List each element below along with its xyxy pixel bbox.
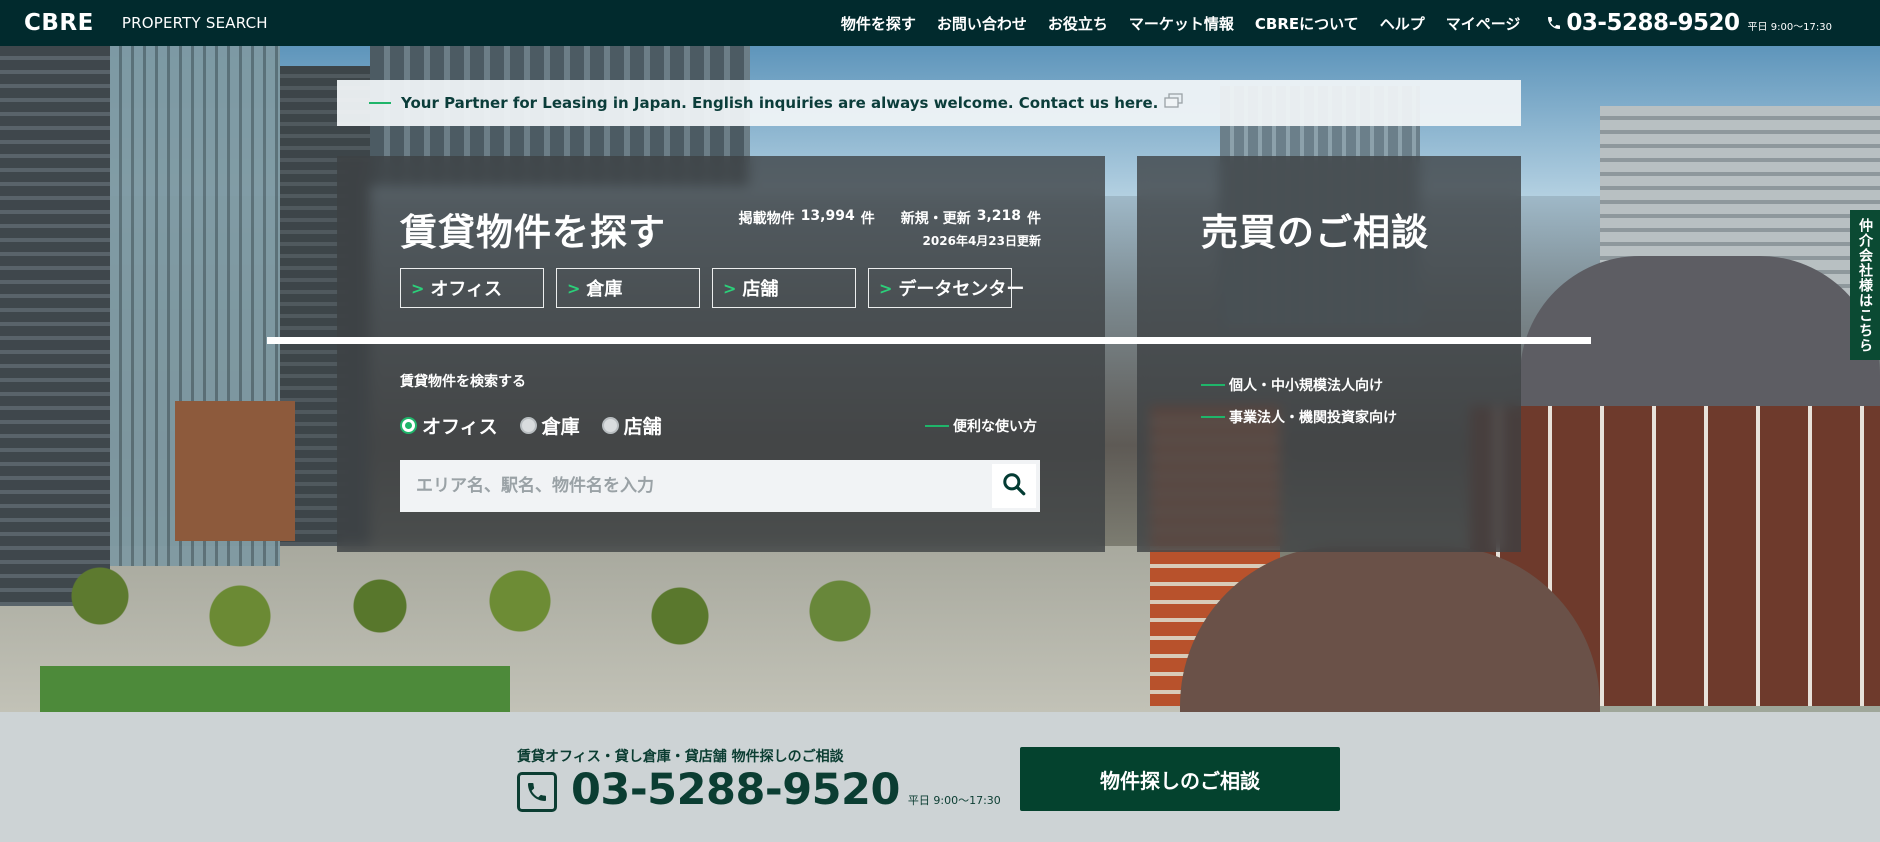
sale-link-label: 事業法人・機関投資家向け <box>1229 410 1397 426</box>
search-button[interactable] <box>992 464 1036 508</box>
category-office-button[interactable]: > オフィス <box>400 268 544 308</box>
nav-item-mypage[interactable]: マイページ <box>1446 13 1521 34</box>
chevron-right-icon: > <box>411 278 425 298</box>
sale-panel-title[interactable]: 売買のご相談 <box>1201 202 1429 256</box>
radio-label: オフィス <box>422 416 498 438</box>
sale-link-label: 個人・中小規模法人向け <box>1229 378 1383 394</box>
nav-item-help[interactable]: ヘルプ <box>1380 13 1425 34</box>
sale-link-corporate[interactable]: 事業法人・機関投資家向け <box>1201 407 1397 427</box>
howto-link[interactable]: 便利な使い方 <box>925 416 1037 436</box>
contact-section: 賃貸オフィス・貸し倉庫・貸店舗 物件探しのご相談 03-5288-9520 平日… <box>0 712 1880 842</box>
nav-item-property-search[interactable]: 物件を探す <box>841 13 916 34</box>
broker-side-tab[interactable]: 仲介会社様はこちら <box>1850 210 1880 360</box>
category-datacenter-button[interactable]: > データセンター <box>868 268 1024 308</box>
hero-trees <box>60 556 1060 676</box>
category-retail-button[interactable]: > 店舗 <box>712 268 856 308</box>
site-header: CBRE PROPERTY SEARCH 物件を探す お問い合わせ お役立ち マ… <box>0 0 1880 46</box>
banner-text[interactable]: Your Partner for Leasing in Japan. Engli… <box>401 94 1158 112</box>
panel-divider <box>267 337 1591 344</box>
search-input[interactable] <box>400 460 992 512</box>
listing-stats: 掲載物件 13,994 件 新規・更新 3,218 件 <box>739 208 1041 228</box>
hero-building <box>175 401 295 541</box>
contact-subtitle: 賃貸オフィス・貸し倉庫・貸店舗 物件探しのご相談 <box>517 749 844 765</box>
category-label: データセンター <box>898 279 1025 300</box>
chevron-right-icon: > <box>567 278 581 298</box>
listed-label: 掲載物件 <box>738 211 795 227</box>
nav-item-useful-info[interactable]: お役立ち <box>1048 13 1108 34</box>
search-box <box>400 460 1040 512</box>
english-banner[interactable]: Your Partner for Leasing in Japan. Engli… <box>337 80 1521 126</box>
category-warehouse-button[interactable]: > 倉庫 <box>556 268 700 308</box>
category-label: 店舗 <box>742 279 779 300</box>
banner-accent-line <box>369 102 391 104</box>
phone-icon <box>1546 15 1562 31</box>
header-phone-number[interactable]: 03-5288-9520 <box>1566 10 1740 36</box>
main-nav: 物件を探す お問い合わせ お役立ち マーケット情報 CBREについて ヘルプ マ… <box>820 13 1521 34</box>
header-phone-hours: 平日 9:00〜17:30 <box>1747 21 1832 33</box>
link-accent-line <box>1201 384 1225 386</box>
header-phone[interactable]: 03-5288-9520 平日 9:00〜17:30 <box>1546 10 1832 36</box>
search-icon <box>1001 471 1027 501</box>
nav-item-contact[interactable]: お問い合わせ <box>937 13 1027 34</box>
lease-search-panel: 賃貸物件を探す 掲載物件 13,994 件 新規・更新 3,218 件 2026… <box>337 156 1105 552</box>
hero-building <box>0 46 110 606</box>
radio-label: 店舗 <box>623 416 662 438</box>
link-accent-line <box>925 425 949 427</box>
category-buttons: > オフィス > 倉庫 > 店舗 > データセンター <box>400 268 1024 308</box>
new-label: 新規・更新 <box>900 211 971 227</box>
contact-phone-number[interactable]: 03-5288-9520 <box>571 768 900 812</box>
radio-indicator[interactable] <box>601 417 619 434</box>
radio-warehouse[interactable]: 倉庫 <box>519 412 580 439</box>
nav-item-about-cbre[interactable]: CBREについて <box>1255 13 1359 34</box>
lease-panel-title: 賃貸物件を探す <box>400 211 666 254</box>
contact-phone-row[interactable]: 03-5288-9520 平日 9:00〜17:30 <box>517 768 1001 812</box>
external-link-icon <box>1164 93 1184 113</box>
chevron-right-icon: > <box>879 278 893 298</box>
sale-link-individual[interactable]: 個人・中小規模法人向け <box>1201 375 1383 395</box>
link-accent-line <box>1201 416 1225 418</box>
hero-lawn <box>40 666 510 712</box>
howto-label: 便利な使い方 <box>953 419 1037 435</box>
phone-icon <box>517 772 557 812</box>
consult-button[interactable]: 物件探しのご相談 <box>1020 747 1340 811</box>
sale-consult-panel: 売買のご相談 個人・中小規模法人向け 事業法人・機関投資家向け <box>1137 156 1521 552</box>
radio-selected-indicator[interactable] <box>400 417 417 434</box>
site-name[interactable]: PROPERTY SEARCH <box>122 14 268 32</box>
radio-indicator[interactable] <box>519 417 537 434</box>
category-label: オフィス <box>430 279 503 300</box>
new-count: 3,218 <box>976 208 1021 224</box>
listed-unit: 件 <box>860 211 875 227</box>
chevron-right-icon: > <box>723 278 737 298</box>
radio-retail[interactable]: 店舗 <box>601 412 662 439</box>
cbre-logo[interactable]: CBRE <box>24 10 94 36</box>
category-label: 倉庫 <box>586 279 623 300</box>
nav-item-market-info[interactable]: マーケット情報 <box>1129 13 1234 34</box>
new-unit: 件 <box>1027 211 1041 227</box>
radio-office[interactable]: オフィス <box>400 412 498 439</box>
property-type-radios: オフィス 倉庫 店舗 <box>400 412 684 439</box>
listed-count: 13,994 <box>800 208 855 224</box>
updated-date: 2026年4月23日更新 <box>922 234 1041 248</box>
contact-hours: 平日 9:00〜17:30 <box>907 794 1001 807</box>
search-section-label: 賃貸物件を検索する <box>400 374 526 390</box>
radio-label: 倉庫 <box>541 416 580 438</box>
